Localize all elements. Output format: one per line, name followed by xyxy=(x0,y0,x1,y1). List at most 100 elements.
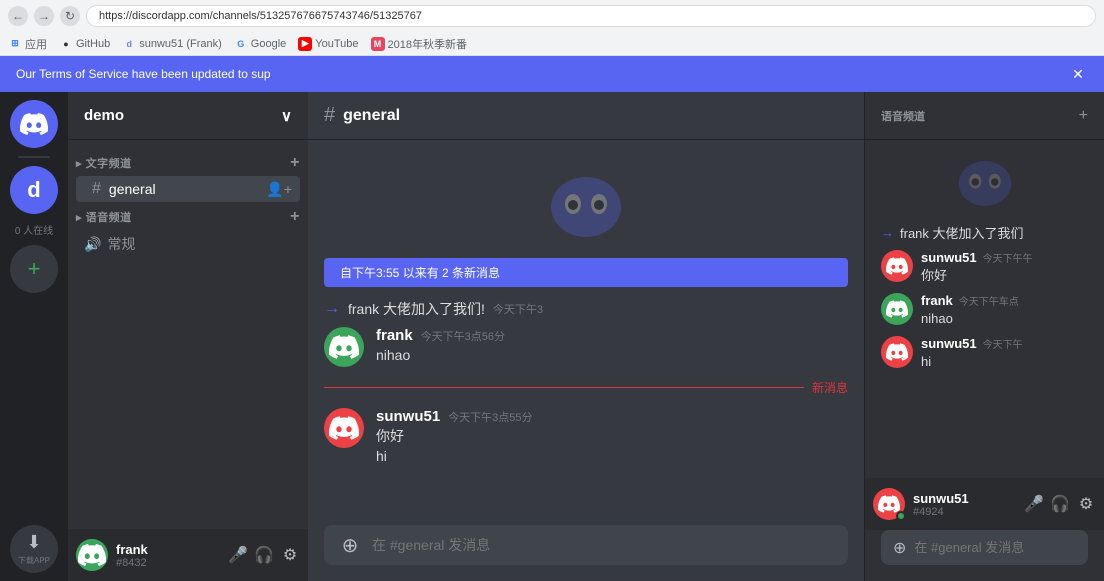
sunwu51-avatar xyxy=(324,408,364,448)
server-divider xyxy=(18,156,50,158)
add-channel-button[interactable]: + xyxy=(290,154,300,172)
right-sunwu51-text-1: 你好 xyxy=(921,267,1088,285)
right-sunwu51-content-1: sunwu51 今天下午午 你好 xyxy=(921,250,1088,285)
right-message-input[interactable] xyxy=(914,530,1090,565)
right-join-arrow-icon: → xyxy=(881,225,894,240)
voice-section-label: 语音频道 xyxy=(881,108,925,124)
download-icon: ⬇ xyxy=(26,532,41,553)
join-message-time: 今天下午3 xyxy=(493,301,543,317)
new-message-divider: 新消息 xyxy=(308,371,864,404)
refresh-button[interactable]: ↻ xyxy=(60,6,80,26)
sunwu51-message-text2: hi xyxy=(376,447,848,467)
text-category-header[interactable]: ▸ 文字频道 + xyxy=(68,148,308,176)
right-frank-text: nihao xyxy=(921,310,1088,328)
notification-bar: Our Terms of Service have been updated t… xyxy=(0,56,1104,92)
right-frank-content: frank 今天下午车点 nihao xyxy=(921,293,1088,328)
bookmark-github[interactable]: ● GitHub xyxy=(59,37,110,51)
bookmark-2018[interactable]: M 2018年秋季新番 xyxy=(371,36,467,52)
user-settings-button[interactable]: ⚙ xyxy=(280,545,300,565)
browser-chrome: ← → ↻ https://discordapp.com/channels/51… xyxy=(0,0,1104,56)
github-icon: ● xyxy=(59,37,73,51)
right-settings-button[interactable]: ⚙ xyxy=(1076,494,1096,514)
right-msg-sunwu51-1: sunwu51 今天下午午 你好 xyxy=(865,246,1104,289)
voice-channel-general[interactable]: 🔊 常规 xyxy=(68,230,308,258)
right-headphones-button[interactable]: 🎧 xyxy=(1050,494,1070,514)
right-msg-frank: frank 今天下午车点 nihao xyxy=(865,289,1104,332)
chat-messages: 自下午3:55 以来有 2 条新消息 → frank 大佬加入了我们! 今天下午… xyxy=(308,140,864,525)
discord-home-button[interactable] xyxy=(10,100,58,148)
chat-input-area: ⊕ xyxy=(308,525,864,581)
apps-icon: ⊞ xyxy=(8,37,22,51)
voice-add-button[interactable]: + xyxy=(1079,107,1088,125)
voice-collapse-icon: ▸ xyxy=(76,212,86,224)
right-sunwu51-time-1: 今天下午午 xyxy=(983,250,1033,265)
user-panel: frank #8432 🎤 🎧 ⚙ xyxy=(68,529,308,581)
channel-item-general[interactable]: # general 👤+ xyxy=(76,176,300,202)
message-add-button[interactable]: ⊕ xyxy=(336,531,364,559)
right-user-panel: sunwu51 #4924 🎤 🎧 ⚙ xyxy=(865,478,1104,530)
divider-line xyxy=(324,387,804,388)
chat-message-input[interactable] xyxy=(372,525,836,565)
right-mic-button[interactable]: 🎤 xyxy=(1024,494,1044,514)
forward-button[interactable]: → xyxy=(34,6,54,26)
add-member-icon[interactable]: 👤+ xyxy=(266,181,292,198)
right-discriminator: #4924 xyxy=(913,506,1016,518)
right-user-controls: 🎤 🎧 ⚙ xyxy=(1024,494,1096,514)
username: frank xyxy=(116,542,220,557)
collapse-icon: ▸ xyxy=(76,158,86,170)
deafen-button[interactable]: 🎧 xyxy=(254,545,274,565)
bookmarks-bar: ⊞ 应用 ● GitHub d sunwu51 (Frank) G Google… xyxy=(0,32,1104,56)
right-sunwu51-avatar-2 xyxy=(881,336,913,368)
right-join-text: frank 大佬加入了我们 xyxy=(900,223,1024,242)
bookmark-google[interactable]: G Google xyxy=(234,37,286,51)
message-sunwu51: sunwu51 今天下午3点55分 你好 hi xyxy=(308,404,864,470)
channel-hash-icon: # xyxy=(324,104,335,127)
address-bar[interactable]: https://discordapp.com/channels/51325767… xyxy=(86,5,1096,27)
mute-button[interactable]: 🎤 xyxy=(228,545,248,565)
frank-message-text: nihao xyxy=(376,346,848,366)
notification-close-button[interactable]: ✕ xyxy=(1068,64,1088,84)
bookmark-youtube[interactable]: ▶ YouTube xyxy=(298,37,358,51)
right-sunwu51-name-2: sunwu51 xyxy=(921,336,977,351)
right-input-area: ⊕ xyxy=(865,530,1104,581)
back-button[interactable]: ← xyxy=(8,6,28,26)
right-input-wrapper: ⊕ xyxy=(881,530,1088,565)
browser-nav: ← → ↻ https://discordapp.com/channels/51… xyxy=(0,0,1104,32)
chevron-down-icon: ∨ xyxy=(281,107,292,125)
chat-input-wrapper: ⊕ xyxy=(324,525,848,565)
server-sidebar: d 0 人在线 + ⬇ 下载APP xyxy=(0,92,68,581)
server-header[interactable]: demo ∨ xyxy=(68,92,308,140)
speaker-icon: 🔊 xyxy=(84,236,101,253)
bookmark-discord[interactable]: d sunwu51 (Frank) xyxy=(122,37,222,51)
bookmark-apps[interactable]: ⊞ 应用 xyxy=(8,36,47,52)
right-msg-sunwu51-2: sunwu51 今天下午 hi xyxy=(865,332,1104,375)
chat-header: # general xyxy=(308,92,864,140)
add-voice-channel-button[interactable]: + xyxy=(290,208,300,226)
frank-avatar xyxy=(324,327,364,367)
right-messages-list: → frank 大佬加入了我们 sunwu51 今天下午午 你好 xyxy=(865,140,1104,478)
sunwu51-message-content: sunwu51 今天下午3点55分 你好 hi xyxy=(376,408,848,466)
right-sunwu51-text-2: hi xyxy=(921,353,1088,371)
join-arrow-icon: → xyxy=(324,300,340,318)
right-add-button[interactable]: ⊕ xyxy=(893,534,906,562)
2018-icon: M xyxy=(371,37,385,51)
discord-bookmark-icon: d xyxy=(122,37,136,51)
right-system-join-message: → frank 大佬加入了我们 xyxy=(865,219,1104,246)
channel-name: general xyxy=(343,107,400,125)
frank-message-header: frank 今天下午3点56分 xyxy=(376,327,848,344)
voice-category-header[interactable]: ▸ 语音频道 + xyxy=(68,202,308,230)
download-app-button[interactable]: ⬇ 下载APP xyxy=(10,525,58,573)
right-sunwu51-content-2: sunwu51 今天下午 hi xyxy=(921,336,1088,371)
user-info: frank #8432 xyxy=(116,542,220,569)
right-user-info: sunwu51 #4924 xyxy=(913,491,1016,518)
join-message-text: frank 大佬加入了我们! xyxy=(348,299,485,319)
channel-list: ▸ 文字频道 + # general 👤+ ▸ 语音频道 + 🔊 常规 xyxy=(68,140,308,529)
online-status-dot xyxy=(896,511,906,521)
new-messages-bar[interactable]: 自下午3:55 以来有 2 条新消息 xyxy=(324,258,848,287)
right-frank-header: frank 今天下午车点 xyxy=(921,293,1088,308)
right-wumpus-area xyxy=(865,148,1104,219)
server-d-icon[interactable]: d xyxy=(10,166,58,214)
add-server-button[interactable]: + xyxy=(10,245,58,293)
right-frank-name: frank xyxy=(921,293,953,308)
right-sunwu51-header-1: sunwu51 今天下午午 xyxy=(921,250,1088,265)
